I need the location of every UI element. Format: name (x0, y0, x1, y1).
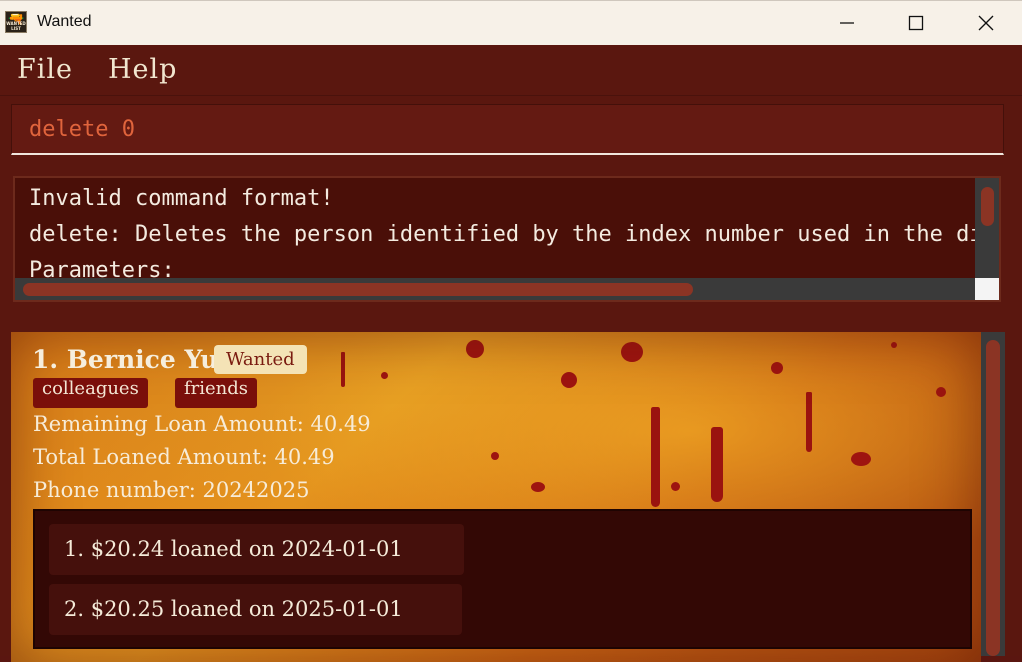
tag-colleagues: colleagues (33, 378, 148, 408)
command-box-panel: delete 0 (0, 96, 1022, 164)
command-input[interactable]: delete 0 (11, 104, 1004, 155)
title-bar: 🔫 WANTED LIST Wanted (0, 0, 1022, 45)
loan-item[interactable]: 2. $20.25 loaned on 2025-01-01 (49, 584, 462, 635)
result-line: delete: Deletes the person identified by… (29, 222, 999, 247)
scrollbar-corner (975, 278, 999, 300)
person-card[interactable]: 1. Bernice Yu Wanted colleagues friends … (11, 332, 981, 662)
menu-bar: File Help (0, 45, 1022, 96)
loan-item-text: 2. $20.25 loaned on 2025-01-01 (64, 597, 403, 621)
result-horizontal-scrollbar[interactable] (15, 278, 977, 300)
result-display-panel: Invalid command format! delete: Deletes … (0, 164, 1022, 312)
result-horizontal-scroll-thumb[interactable] (23, 283, 693, 296)
wanted-list-app-icon: 🔫 WANTED LIST (5, 11, 27, 33)
total-loaned-amount: Total Loaned Amount: 40.49 (33, 445, 335, 469)
menu-help[interactable]: Help (108, 54, 177, 85)
command-input-value: delete 0 (29, 117, 135, 142)
result-line: Invalid command format! (29, 186, 334, 211)
window-title: Wanted (37, 13, 92, 30)
result-vertical-scroll-thumb[interactable] (981, 187, 994, 226)
close-icon (978, 15, 994, 31)
tag-friends: friends (175, 378, 258, 408)
person-list-panel: 1. Bernice Yu Wanted colleagues friends … (0, 312, 1022, 662)
close-button[interactable] (963, 1, 1009, 45)
app-icon-label: WANTED LIST (6, 21, 26, 31)
minimize-icon (840, 22, 854, 24)
person-list-scroll-thumb[interactable] (986, 340, 1000, 656)
loan-list: 1. $20.24 loaned on 2024-01-01 2. $20.25… (33, 509, 972, 649)
maximize-button[interactable] (893, 1, 939, 45)
minimize-button[interactable] (824, 1, 870, 45)
maximize-icon (908, 15, 924, 31)
person-list-vertical-scrollbar[interactable] (981, 332, 1005, 656)
remaining-loan-amount: Remaining Loan Amount: 40.49 (33, 412, 371, 436)
loan-item[interactable]: 1. $20.24 loaned on 2024-01-01 (49, 524, 464, 575)
loan-item-text: 1. $20.24 loaned on 2024-01-01 (64, 537, 403, 561)
result-vertical-scrollbar[interactable] (975, 178, 999, 278)
menu-file[interactable]: File (17, 54, 73, 85)
result-display[interactable]: Invalid command format! delete: Deletes … (13, 176, 1001, 302)
wanted-badge: Wanted (214, 345, 307, 374)
phone-number: Phone number: 20242025 (33, 478, 310, 502)
person-name: 1. Bernice Yu (32, 345, 219, 374)
